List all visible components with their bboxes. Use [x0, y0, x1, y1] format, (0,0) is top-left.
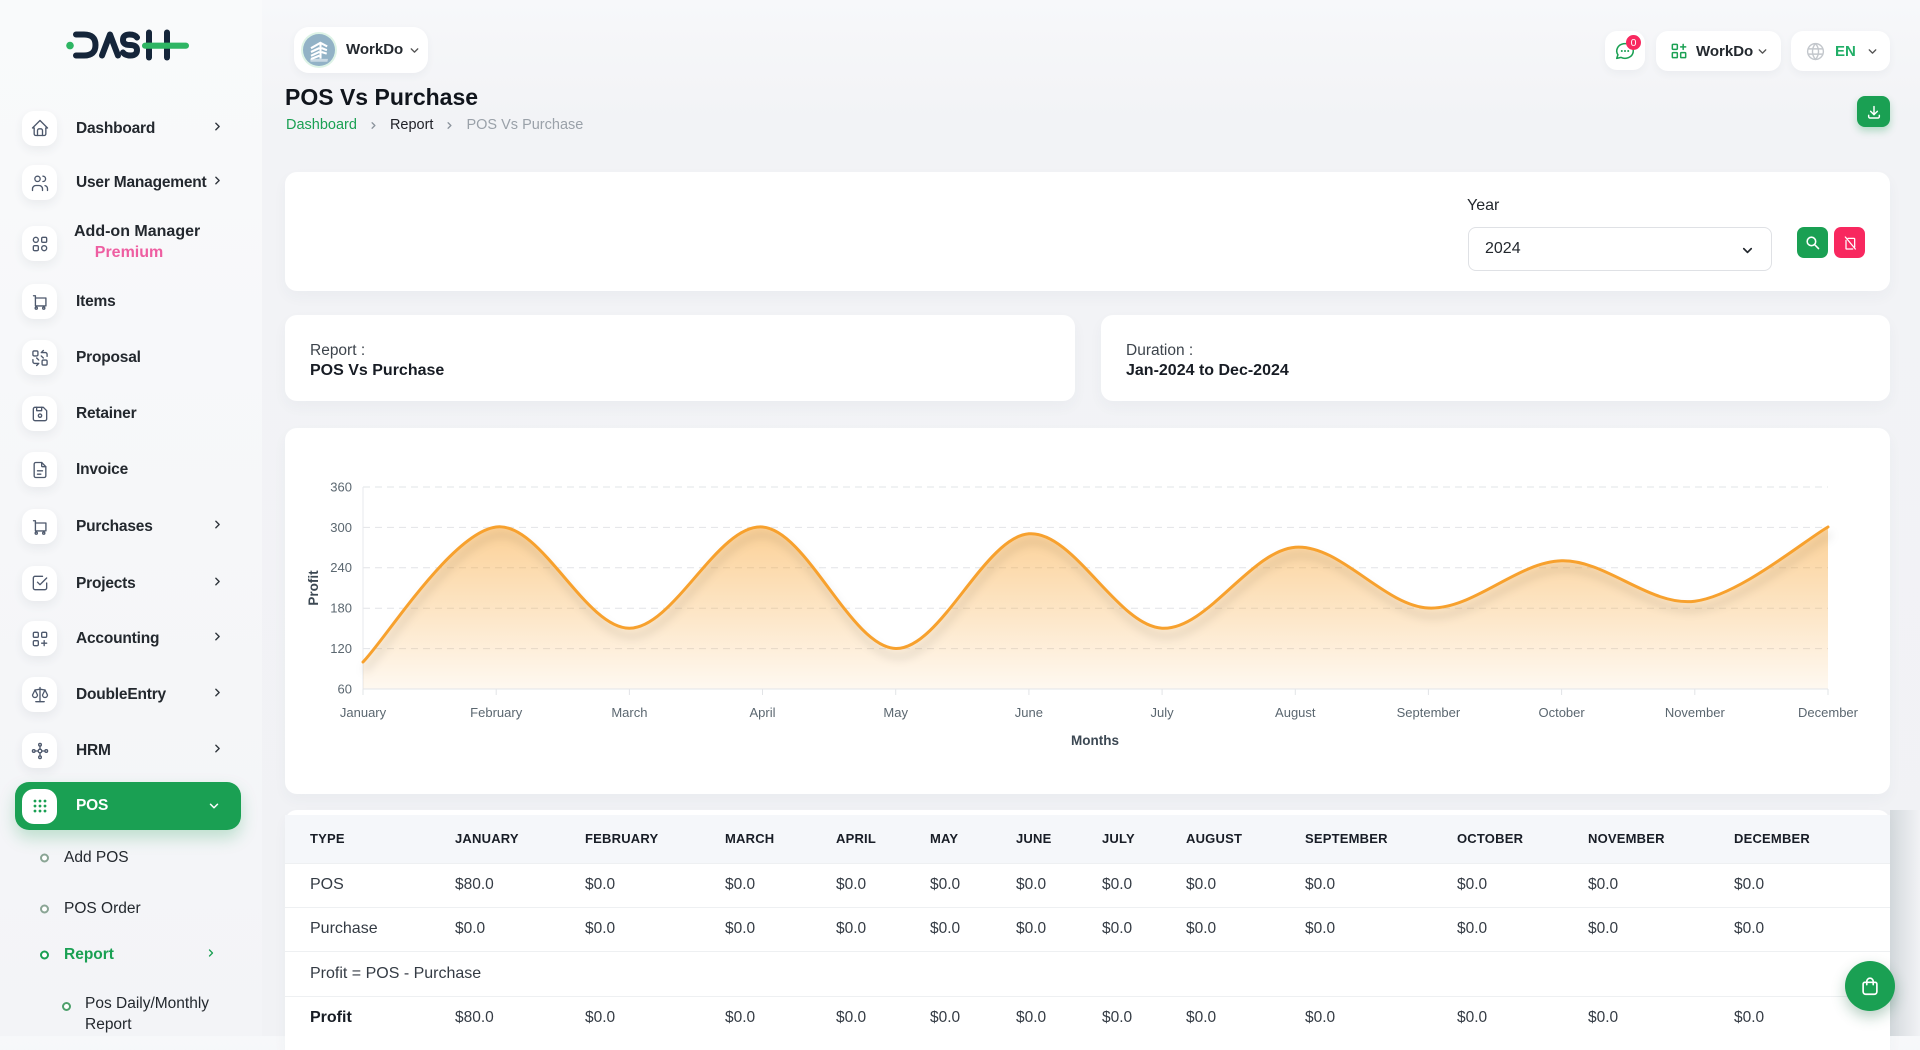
svg-text:Profit: Profit — [306, 570, 321, 606]
svg-text:September: September — [1397, 705, 1461, 720]
svg-text:60: 60 — [338, 682, 352, 697]
svg-text:240: 240 — [330, 560, 352, 575]
svg-text:Months: Months — [1071, 733, 1119, 748]
svg-text:October: October — [1538, 705, 1585, 720]
svg-text:August: August — [1275, 705, 1316, 720]
svg-text:360: 360 — [330, 479, 352, 494]
svg-text:December: December — [1798, 705, 1859, 720]
svg-text:November: November — [1665, 705, 1726, 720]
svg-text:February: February — [470, 705, 523, 720]
svg-text:March: March — [611, 705, 647, 720]
svg-text:July: July — [1151, 705, 1175, 720]
svg-text:180: 180 — [330, 601, 352, 616]
svg-text:April: April — [749, 705, 775, 720]
svg-text:120: 120 — [330, 641, 352, 656]
svg-text:300: 300 — [330, 520, 352, 535]
svg-text:January: January — [340, 705, 387, 720]
svg-text:June: June — [1015, 705, 1043, 720]
svg-text:May: May — [883, 705, 908, 720]
